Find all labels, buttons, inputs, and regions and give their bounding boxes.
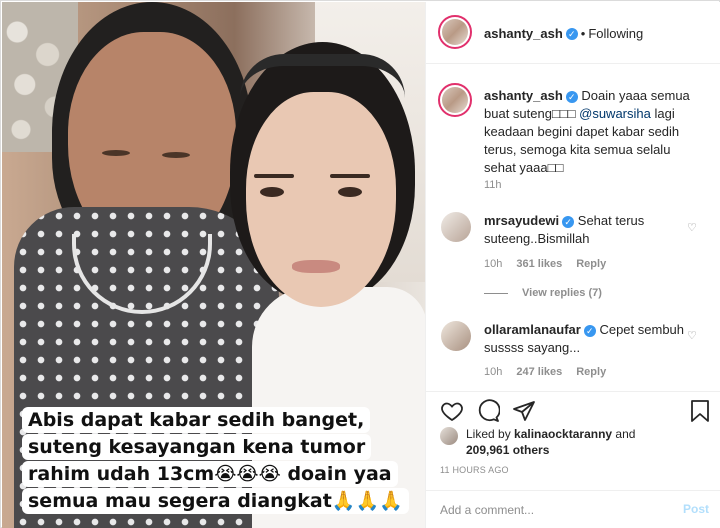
- author-username[interactable]: ashanty_ash: [484, 26, 563, 41]
- likes-middle: and: [612, 427, 636, 441]
- bookmark-icon[interactable]: [688, 399, 712, 423]
- comment-likes[interactable]: 361 likes: [516, 258, 562, 270]
- add-comment-bar: Post: [426, 490, 720, 528]
- comment-username[interactable]: ollaramlanaufar: [484, 322, 581, 337]
- header-separator: •: [580, 26, 586, 41]
- photo-brow: [330, 174, 370, 178]
- author-avatar[interactable]: [438, 15, 472, 49]
- comment: mrsayudewi ✓ Sehat terus suteeng..Bismill…: [484, 212, 684, 248]
- photo-person-right-face: [246, 92, 396, 307]
- post-timestamp[interactable]: 11 HOURS AGO: [440, 465, 509, 475]
- comment-time[interactable]: 10h: [484, 258, 502, 270]
- commenter-avatar[interactable]: [441, 212, 471, 242]
- post-frame: Abis dapat kabar sedih banget, suteng ke…: [0, 0, 720, 528]
- reply-button[interactable]: Reply: [576, 258, 606, 270]
- caption-comment: ashanty_ash ✓ Doain yaaa semua buat suten…: [484, 87, 702, 177]
- view-replies-label: View replies (7): [522, 287, 602, 299]
- comment-icon[interactable]: [476, 399, 500, 423]
- comment-username[interactable]: ashanty_ash: [484, 88, 563, 103]
- photo-brow: [254, 174, 294, 178]
- photo-eye: [102, 150, 130, 156]
- comment-username[interactable]: mrsayudewi: [484, 213, 559, 228]
- author-avatar[interactable]: [438, 83, 472, 117]
- replies-divider: [484, 292, 508, 294]
- photo-eye: [162, 152, 190, 158]
- caption-line: semua mau segera diangkat🙏🙏🙏: [22, 488, 409, 514]
- verified-badge-icon: ✓: [583, 324, 596, 337]
- post-image[interactable]: Abis dapat kabar sedih banget, suteng ke…: [2, 2, 425, 528]
- caption-line: Abis dapat kabar sedih banget,: [22, 407, 371, 433]
- view-replies-button[interactable]: View replies (7): [484, 287, 602, 299]
- likes-summary: Liked by kalinaocktaranny and 209,961 ot…: [466, 426, 706, 458]
- action-bar: [426, 391, 720, 431]
- post-header: ashanty_ash ✓ • Following: [426, 2, 720, 64]
- liker-username[interactable]: kalinaocktaranny: [514, 427, 612, 441]
- commenter-avatar[interactable]: [441, 321, 471, 351]
- caption-line: rahim udah 13cm😭😭😭 doain yaa: [22, 461, 398, 487]
- comment-meta: 10h 361 likes Reply: [484, 258, 606, 270]
- comment-like-icon[interactable]: ♡: [687, 329, 699, 342]
- comment-meta: 10h 247 likes Reply: [484, 366, 606, 378]
- likes-count[interactable]: 209,961 others: [466, 443, 549, 457]
- mention-link[interactable]: @suwarsiha: [579, 106, 651, 121]
- comment-time[interactable]: 10h: [484, 366, 502, 378]
- image-caption-overlay: Abis dapat kabar sedih banget, suteng ke…: [22, 407, 409, 515]
- heart-icon[interactable]: [440, 399, 464, 423]
- post-button[interactable]: Post: [683, 502, 709, 516]
- reply-button[interactable]: Reply: [576, 366, 606, 378]
- caption-time[interactable]: 11h: [484, 179, 502, 191]
- photo-eye: [338, 187, 362, 197]
- verified-badge-icon: ✓: [562, 215, 575, 228]
- comments-list: ashanty_ash ✓ Doain yaaa semua buat suten…: [426, 65, 720, 391]
- post-side-panel: ashanty_ash ✓ • Following ashanty_ash ✓ Doai…: [425, 2, 720, 528]
- comment: ollaramlanaufar ✓ Cepet sembuh sussss say…: [484, 321, 684, 357]
- verified-badge-icon: ✓: [565, 27, 578, 40]
- comment-input[interactable]: [440, 500, 660, 520]
- liker-avatar[interactable]: [440, 427, 458, 445]
- photo-lips: [292, 260, 340, 273]
- verified-badge-icon: ✓: [565, 90, 578, 103]
- share-icon[interactable]: [512, 399, 536, 423]
- header-line: ashanty_ash ✓ • Following: [484, 25, 643, 43]
- photo-eye: [260, 187, 284, 197]
- following-button[interactable]: Following: [588, 26, 643, 41]
- comment-like-icon[interactable]: ♡: [687, 221, 699, 234]
- caption-line: suteng kesayangan kena tumor: [22, 434, 372, 460]
- photo-headband: [240, 54, 405, 98]
- likes-prefix: Liked by: [466, 427, 515, 441]
- comment-likes[interactable]: 247 likes: [516, 366, 562, 378]
